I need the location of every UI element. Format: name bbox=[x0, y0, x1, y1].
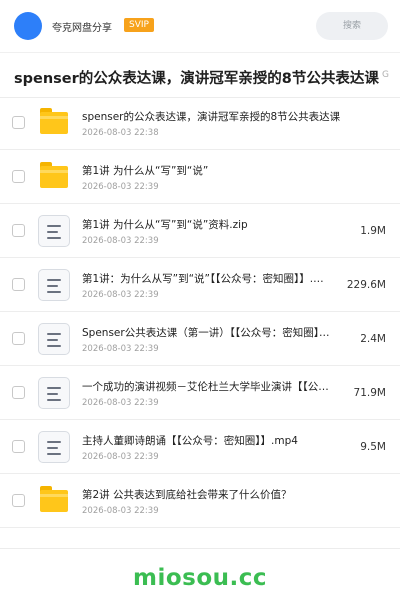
file-list: spenser的公众表达课，演讲冠军亲授的8节公共表达课 2026-08-03 2… bbox=[0, 96, 400, 528]
file-date: 2026-08-03 22:39 bbox=[82, 398, 159, 408]
row-checkbox[interactable] bbox=[12, 494, 25, 507]
file-row[interactable]: 一个成功的演讲视频－艾伦杜兰大学毕业演讲【【公众号：密知圈】】.mp4 2026-… bbox=[0, 366, 400, 420]
file-row[interactable]: 第1讲 为什么从“写”到“说”资料.zip 2026-08-03 22:39 1.9… bbox=[0, 204, 400, 258]
title-overflow-text: G bbox=[382, 70, 389, 80]
row-checkbox[interactable] bbox=[12, 386, 25, 399]
file-row[interactable]: Spenser公共表达课（第一讲）【【公众号：密知圈】】.mp4 2026-08-… bbox=[0, 312, 400, 366]
file-row[interactable]: spenser的公众表达课，演讲冠军亲授的8节公共表达课 2026-08-03 2… bbox=[0, 96, 400, 150]
file-name[interactable]: 一个成功的演讲视频－艾伦杜兰大学毕业演讲【【公众号：密知圈】】.mp4 bbox=[82, 379, 330, 394]
row-checkbox[interactable] bbox=[12, 116, 25, 129]
file-name[interactable]: 主持人董卿诗朗诵【【公众号：密知圈】】.mp4 bbox=[82, 433, 330, 448]
search-button[interactable]: 搜索 bbox=[316, 12, 388, 40]
row-checkbox[interactable] bbox=[12, 278, 25, 291]
file-date: 2026-08-03 22:39 bbox=[82, 452, 159, 462]
page-title: spenser的公众表达课，演讲冠军亲授的8节公共表达课 bbox=[14, 71, 379, 87]
watermark-text: miosou.cc bbox=[132, 565, 268, 591]
file-size: 71.9M bbox=[353, 387, 386, 399]
file-name[interactable]: Spenser公共表达课（第一讲）【【公众号：密知圈】】.mp4 bbox=[82, 325, 330, 340]
share-header: 夸克网盘分享 SVIP 搜索 bbox=[0, 0, 400, 52]
file-size: 2.4M bbox=[360, 333, 386, 345]
row-checkbox[interactable] bbox=[12, 224, 25, 237]
file-date: 2026-08-03 22:39 bbox=[82, 344, 159, 354]
file-row[interactable]: 主持人董卿诗朗诵【【公众号：密知圈】】.mp4 2026-08-03 22:39 9… bbox=[0, 420, 400, 474]
file-date: 2026-08-03 22:39 bbox=[82, 290, 159, 300]
file-date: 2026-08-03 22:39 bbox=[82, 506, 159, 516]
document-icon bbox=[38, 269, 70, 301]
file-name[interactable]: spenser的公众表达课，演讲冠军亲授的8节公共表达课 bbox=[82, 109, 352, 124]
file-size: 9.5M bbox=[360, 441, 386, 453]
file-name[interactable]: 第1讲 为什么从“写”到“说” bbox=[82, 163, 352, 178]
title-row: spenser的公众表达课，演讲冠军亲授的8节公共表达课 G bbox=[0, 52, 400, 98]
share-owner-name: 夸克网盘分享 bbox=[52, 23, 112, 34]
file-date: 2026-08-03 22:39 bbox=[82, 236, 159, 246]
file-name[interactable]: 第1讲 为什么从“写”到“说”资料.zip bbox=[82, 217, 330, 232]
file-date: 2026-08-03 22:38 bbox=[82, 128, 159, 138]
file-size: 1.9M bbox=[360, 225, 386, 237]
folder-icon bbox=[40, 108, 68, 134]
document-icon bbox=[38, 377, 70, 409]
file-name[interactable]: 第2讲 公共表达到底给社会带来了什么价值？ bbox=[82, 487, 352, 502]
row-checkbox[interactable] bbox=[12, 440, 25, 453]
file-row[interactable]: 第1讲 为什么从“写”到“说” 2026-08-03 22:39 bbox=[0, 150, 400, 204]
document-icon bbox=[38, 323, 70, 355]
row-checkbox[interactable] bbox=[12, 170, 25, 183]
file-row[interactable]: 第1讲：为什么从写”到“说”【【公众号：密知圈】】.mp4 2026-08-03 … bbox=[0, 258, 400, 312]
document-icon bbox=[38, 431, 70, 463]
file-name[interactable]: 第1讲：为什么从写”到“说”【【公众号：密知圈】】.mp4 bbox=[82, 271, 330, 286]
document-icon bbox=[38, 215, 70, 247]
avatar[interactable] bbox=[14, 12, 42, 40]
folder-icon bbox=[40, 162, 68, 188]
file-row[interactable]: 第2讲 公共表达到底给社会带来了什么价值？ 2026-08-03 22:39 bbox=[0, 474, 400, 528]
footer: miosou.cc bbox=[0, 548, 400, 600]
folder-icon bbox=[40, 486, 68, 512]
row-checkbox[interactable] bbox=[12, 332, 25, 345]
file-date: 2026-08-03 22:39 bbox=[82, 182, 159, 192]
svip-badge: SVIP bbox=[124, 18, 154, 32]
file-size: 229.6M bbox=[346, 279, 386, 291]
